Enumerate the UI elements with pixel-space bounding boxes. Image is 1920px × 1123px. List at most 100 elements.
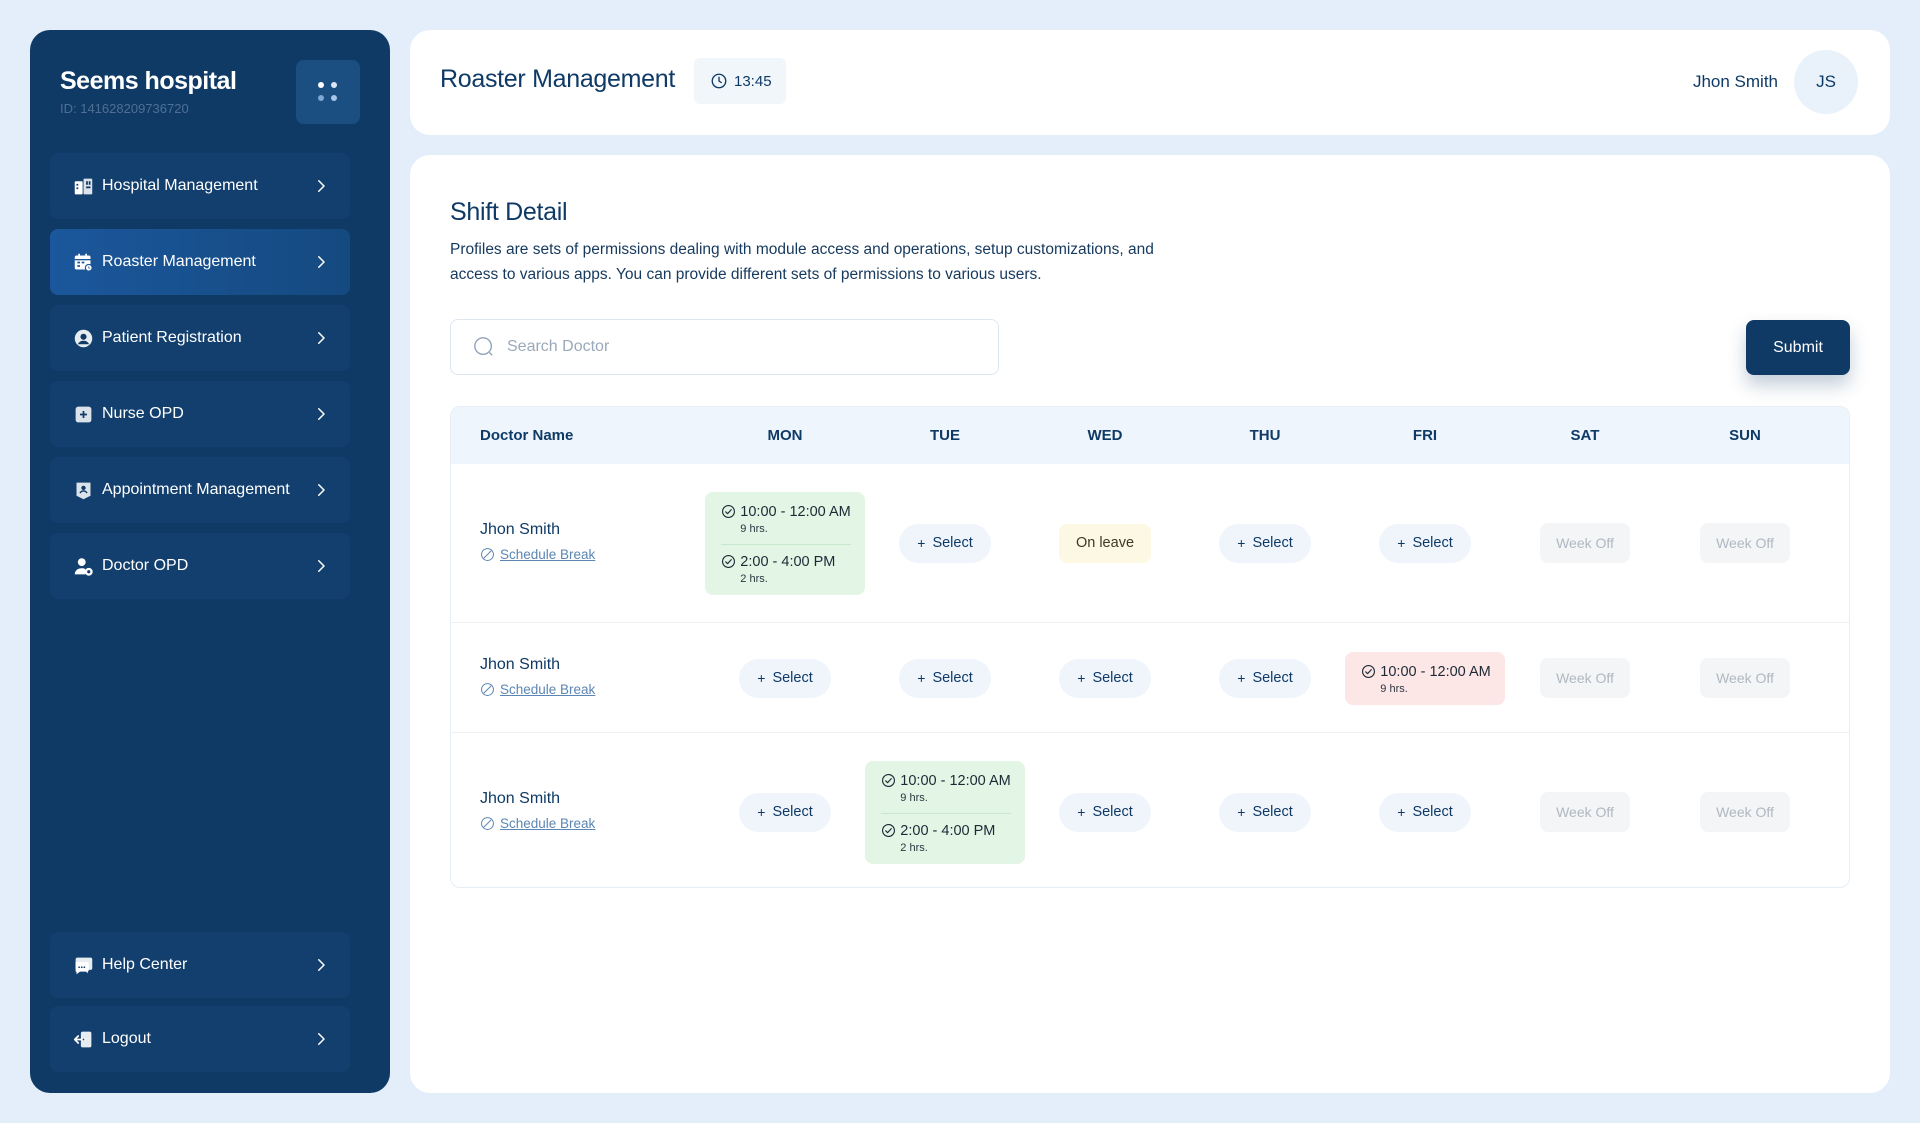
select-shift-button[interactable]: + Select <box>1379 792 1471 832</box>
section-title: Shift Detail <box>450 198 568 226</box>
day-cell-wed: + Select <box>1025 623 1185 733</box>
shift-card[interactable]: 10:00 - 12:00 AM 9 hrs. 2:00 - 4:00 PM 2 hr… <box>705 491 865 595</box>
column-header-sun: SUN <box>1729 427 1761 444</box>
select-shift-button[interactable]: + Select <box>1059 658 1151 698</box>
day-cell-sat: Week Off <box>1505 623 1665 733</box>
schedule-break-label: Schedule Break <box>500 682 596 697</box>
sidebar-item-label: Help Center <box>102 956 188 973</box>
plus-icon: + <box>1237 804 1246 820</box>
ban-icon <box>481 548 494 561</box>
shift-card[interactable]: 10:00 - 12:00 AM 9 hrs. 2:00 - 4:00 PM 2 hr… <box>865 760 1025 864</box>
sidebar: Seems hospital ID: 141628209736720 Hospi… <box>30 30 390 1093</box>
chevron-right-icon <box>318 959 325 971</box>
sidebar-item-label: Logout <box>102 1030 151 1047</box>
day-cell-tue: 10:00 - 12:00 AM 9 hrs. 2:00 - 4:00 PM 2 hr… <box>865 733 1025 887</box>
plus-icon: + <box>1397 535 1406 551</box>
dots-icon-part <box>331 95 337 101</box>
chevron-right-icon <box>318 180 325 192</box>
select-label: Select <box>1412 535 1453 551</box>
plus-icon: + <box>1237 535 1246 551</box>
day-cell-fri: + Select <box>1345 464 1505 622</box>
user-circle-icon <box>72 327 94 349</box>
select-shift-button[interactable]: + Select <box>1219 658 1311 698</box>
day-cell-fri: 10:00 - 12:00 AM 9 hrs. <box>1345 623 1505 733</box>
hospital-id: ID: 141628209736720 <box>60 101 189 116</box>
select-label: Select <box>772 804 813 820</box>
sidebar-item-roaster-management[interactable]: Roaster Management <box>50 229 350 295</box>
hospital-name: Seems hospital <box>60 67 237 95</box>
column-header-doctor-name: Doctor Name <box>480 427 574 444</box>
shift-time-text: 2:00 - 4:00 PM <box>900 822 996 839</box>
plus-icon: + <box>917 535 926 551</box>
shift-card[interactable]: 10:00 - 12:00 AM 9 hrs. <box>1345 651 1505 705</box>
plus-icon: + <box>917 670 926 686</box>
building-icon <box>72 175 94 197</box>
logout-icon <box>72 1028 94 1050</box>
chevron-right-icon <box>318 484 325 496</box>
table-body: Jhon Smith Schedule Break 10:00 - 12:00 AM… <box>451 464 1849 887</box>
check-circle-icon <box>882 824 896 837</box>
select-shift-button[interactable]: + Select <box>739 658 831 698</box>
chevron-right-icon <box>318 408 325 420</box>
select-shift-button[interactable]: + Select <box>1219 523 1311 563</box>
day-cell-sun: Week Off <box>1665 623 1825 733</box>
select-shift-button[interactable]: + Select <box>1379 523 1471 563</box>
shift-time-text: 10:00 - 12:00 AM <box>900 772 1011 789</box>
select-shift-button[interactable]: + Select <box>1219 792 1311 832</box>
search-input[interactable] <box>507 338 987 356</box>
sidebar-item-help-center[interactable]: Help Center <box>50 932 350 998</box>
table-row: Jhon Smith Schedule Break + Select + Select + S… <box>451 622 1849 732</box>
schedule-break-link[interactable]: Schedule Break <box>480 682 595 697</box>
chat-icon <box>72 954 94 976</box>
chevron-right-icon <box>318 332 325 344</box>
plus-icon: + <box>1077 804 1086 820</box>
page-title: Roaster Management <box>440 65 676 93</box>
schedule-break-link[interactable]: Schedule Break <box>480 547 595 562</box>
column-header-fri: FRI <box>1412 427 1438 444</box>
plus-icon: + <box>1397 804 1406 820</box>
schedule-break-link[interactable]: Schedule Break <box>480 816 595 831</box>
shift-hours: 9 hrs. <box>1380 682 1408 695</box>
sidebar-item-logout[interactable]: Logout <box>50 1006 350 1072</box>
submit-button[interactable]: Submit <box>1746 320 1850 375</box>
calendar-icon <box>72 251 94 273</box>
select-label: Select <box>932 670 973 686</box>
doctor-cell: Jhon Smith Schedule Break <box>480 521 595 562</box>
column-header-tue: TUE <box>930 427 960 444</box>
select-shift-button[interactable]: + Select <box>899 523 991 563</box>
select-label: Select <box>1092 804 1133 820</box>
select-shift-button[interactable]: + Select <box>899 658 991 698</box>
avatar[interactable]: JS <box>1794 50 1858 114</box>
ban-icon <box>481 817 494 830</box>
shift-time-text: 10:00 - 12:00 AM <box>1380 663 1491 680</box>
week-off-badge: Week Off <box>1700 792 1790 832</box>
shift-time-text: 10:00 - 12:00 AM <box>740 503 851 520</box>
shift-hours: 2 hrs. <box>740 572 768 585</box>
sidebar-item-appointment-management[interactable]: Appointment Management <box>50 457 350 523</box>
day-cell-tue: + Select <box>865 464 1025 622</box>
sidebar-item-label: Patient Registration <box>102 329 242 346</box>
shift-slot: 2:00 - 4:00 PM 2 hrs. <box>721 543 851 585</box>
schedule-break-label: Schedule Break <box>500 816 596 831</box>
sidebar-item-hospital-management[interactable]: Hospital Management <box>50 153 350 219</box>
on-leave-badge: On leave <box>1058 523 1152 563</box>
sidebar-item-patient-registration[interactable]: Patient Registration <box>50 305 350 371</box>
chevron-right-icon <box>318 560 325 572</box>
day-cell-thu: + Select <box>1185 464 1345 622</box>
main-panel: Shift Detail Profiles are sets of permis… <box>410 155 1890 1093</box>
shift-time-text: 2:00 - 4:00 PM <box>740 553 836 570</box>
dots-icon-part <box>318 95 324 101</box>
sidebar-item-label: Appointment Management <box>102 481 290 498</box>
sidebar-item-doctor-opd[interactable]: Doctor OPD <box>50 533 350 599</box>
sidebar-item-nurse-opd[interactable]: Nurse OPD <box>50 381 350 447</box>
id-badge-icon <box>72 479 94 501</box>
shift-slot: 10:00 - 12:00 AM 9 hrs. <box>721 503 851 535</box>
menu-toggle-button[interactable] <box>296 60 360 124</box>
clock-badge: 13:45 <box>694 58 786 104</box>
search-box[interactable] <box>450 319 999 375</box>
clock-icon <box>711 73 727 89</box>
shift-slot: 2:00 - 4:00 PM 2 hrs. <box>881 812 1011 854</box>
select-shift-button[interactable]: + Select <box>1059 792 1151 832</box>
select-shift-button[interactable]: + Select <box>739 792 831 832</box>
top-bar: Roaster Management 13:45 Jhon Smith JS <box>410 30 1890 135</box>
